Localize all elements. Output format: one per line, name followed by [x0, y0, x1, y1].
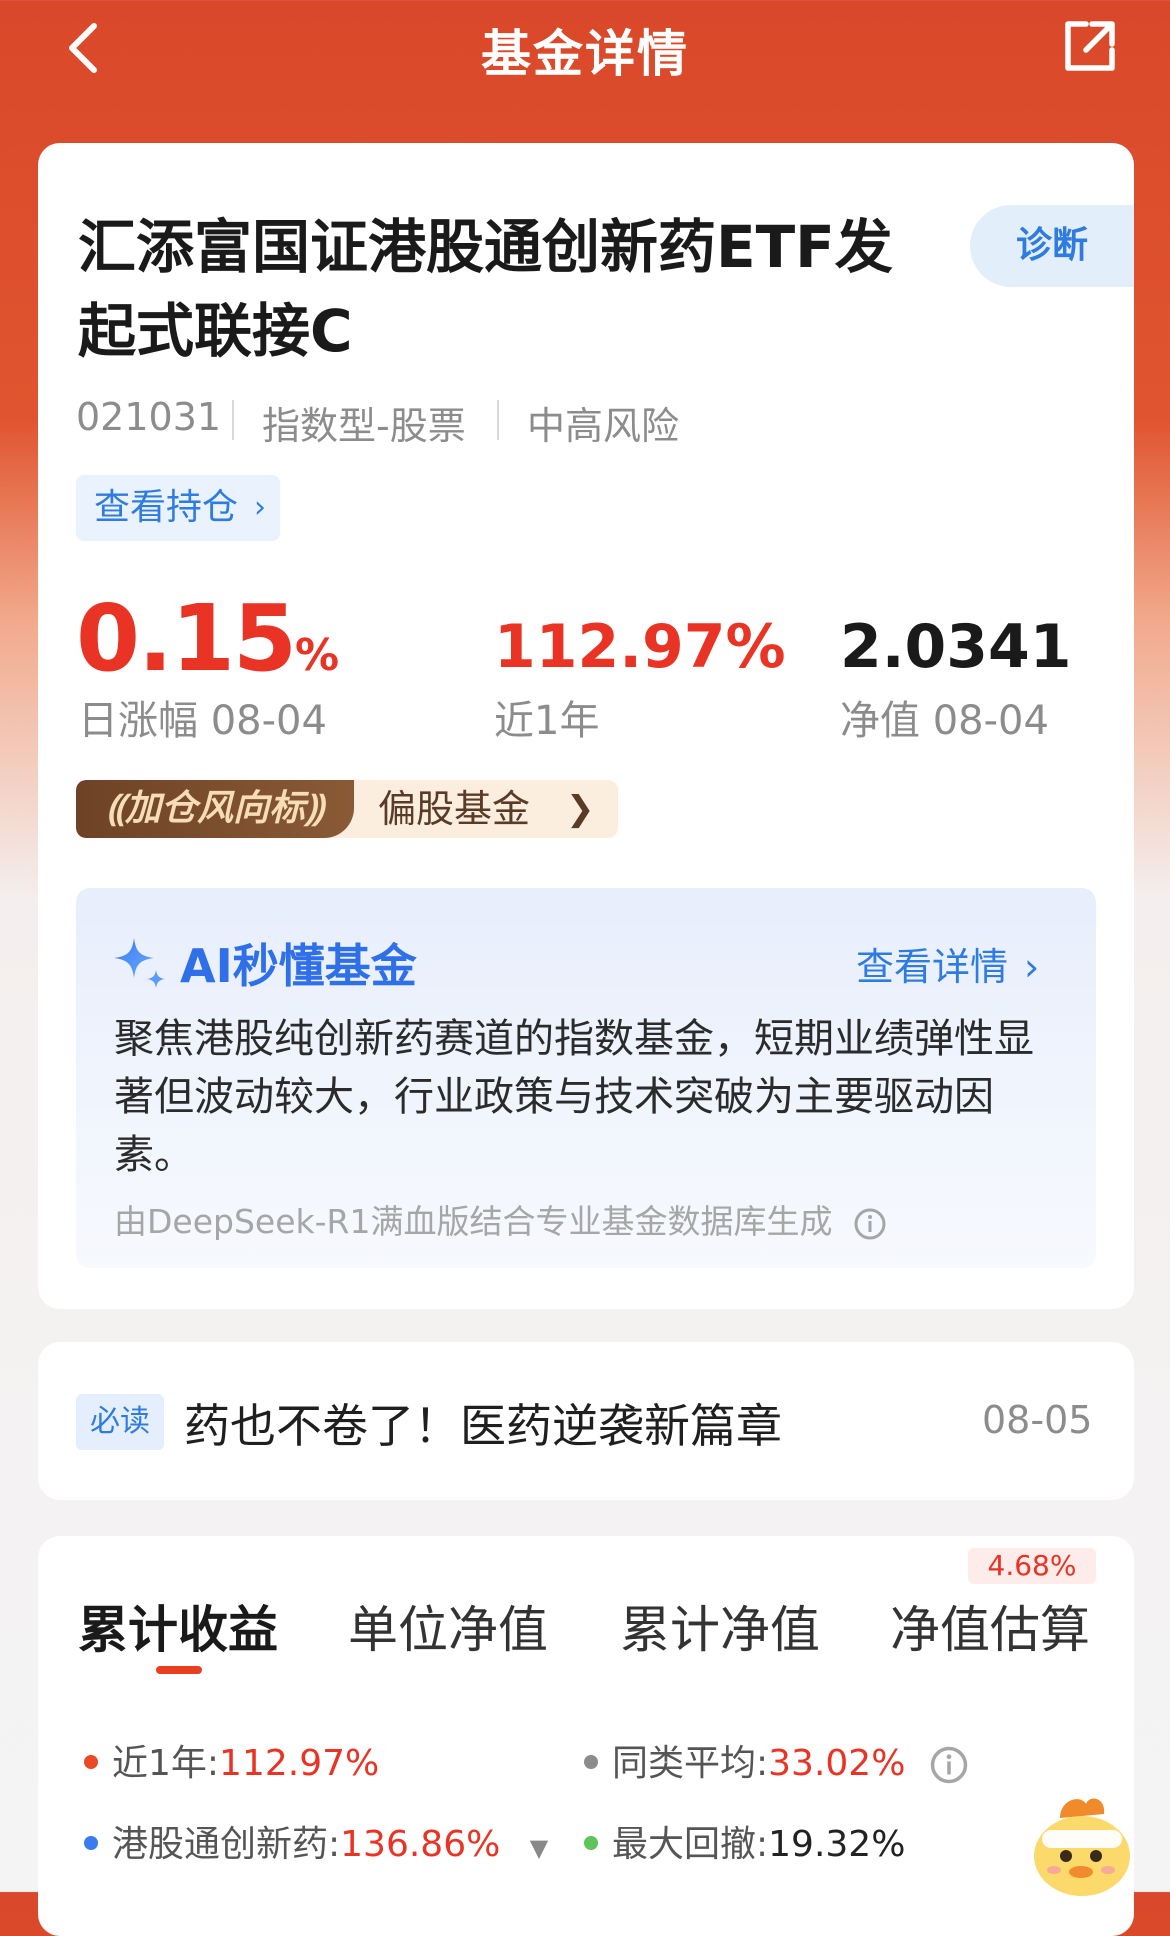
news-title[interactable]: 药也不卷了！医药逆袭新篇章: [184, 1390, 782, 1456]
legend-peer-average: 同类平均:33.02%: [584, 1734, 969, 1786]
ai-detail-link[interactable]: 查看详情 ›: [856, 936, 1039, 991]
tab-nav-estimate[interactable]: 净值估算: [890, 1590, 1090, 1662]
fund-risk: 中高风险: [527, 404, 680, 448]
year-return-label: 近1年: [494, 698, 600, 744]
legend-dot: [584, 1836, 598, 1850]
share-icon[interactable]: [1058, 14, 1122, 78]
year-return-value: 112.97%: [494, 612, 786, 682]
view-holdings-label: 查看持仓: [94, 487, 239, 528]
sparkle-icon: [110, 932, 170, 992]
info-icon[interactable]: [853, 1207, 887, 1241]
position-signal-tag[interactable]: ⸨加仓风向标⸩ 偏股基金 ❯: [76, 780, 618, 838]
tab-unit-nav[interactable]: 单位净值: [348, 1590, 548, 1662]
ai-summary-text: 聚焦港股纯创新药赛道的指数基金，短期业绩弹性显 著但波动较大，行业政策与技术突破…: [114, 1016, 1034, 1178]
page-title: 基金详情: [481, 25, 689, 83]
chevron-right-icon: ❯: [566, 789, 595, 829]
legend-year: 近1年:112.97%: [84, 1734, 379, 1786]
diagnose-button[interactable]: 诊断: [970, 205, 1134, 287]
estimate-badge: 4.68%: [968, 1548, 1096, 1584]
tab-cumulative-nav[interactable]: 累计净值: [620, 1590, 820, 1662]
nav-value: 2.0341: [840, 612, 1072, 682]
news-date: 08-05: [982, 1398, 1093, 1442]
tab-active-indicator: [156, 1666, 202, 1674]
legend-dot: [584, 1755, 598, 1769]
legend-index[interactable]: 港股通创新药:136.86% ▼: [84, 1815, 548, 1867]
legend-dot: [84, 1836, 98, 1850]
daily-change-label: 日涨幅 08-04: [78, 698, 327, 744]
must-read-badge: 必读: [76, 1394, 164, 1450]
nav-label: 净值 08-04: [840, 698, 1049, 744]
assistant-mascot-icon[interactable]: [1020, 1790, 1140, 1900]
ai-source-note: 由DeepSeek-R1满血版结合专业基金数据库生成: [114, 1195, 887, 1243]
fund-type: 指数型-股票: [262, 404, 466, 448]
fund-code: 021031: [76, 395, 222, 439]
signal-badge: ⸨加仓风向标⸩: [76, 780, 354, 838]
chevron-right-icon: ›: [1024, 945, 1040, 989]
ai-title: AI秒懂基金: [180, 939, 417, 993]
chevron-right-icon: ›: [254, 490, 266, 525]
fund-name: 汇添富国证港股通创新药ETF发 起式联接C: [78, 213, 893, 365]
signal-category: 偏股基金: [378, 787, 531, 831]
legend-max-drawdown: 最大回撤:19.32%: [584, 1815, 905, 1867]
divider: [497, 400, 499, 440]
daily-change-value: 0.15%: [76, 585, 339, 692]
caret-down-icon[interactable]: ▼: [530, 1834, 548, 1862]
divider: [232, 400, 234, 440]
info-icon[interactable]: [929, 1745, 969, 1785]
tab-cumulative-return[interactable]: 累计收益: [78, 1590, 278, 1662]
legend-dot: [84, 1755, 98, 1769]
view-holdings-button[interactable]: 查看持仓 ›: [76, 475, 280, 541]
